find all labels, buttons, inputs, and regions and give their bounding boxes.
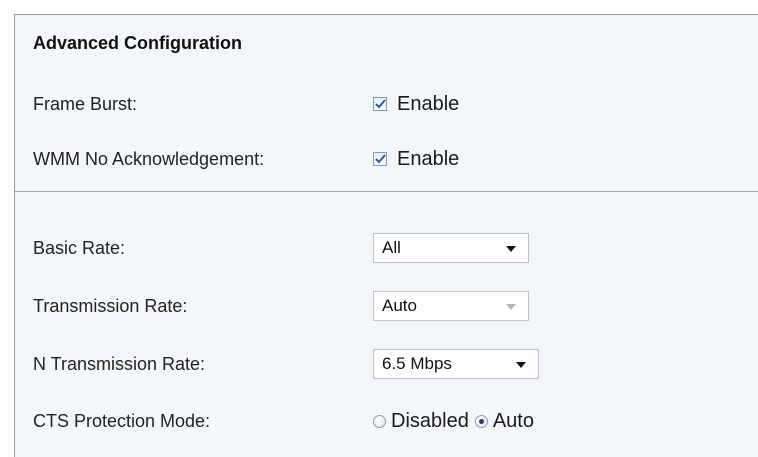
- chevron-down-icon: [506, 304, 516, 310]
- cts-protection-label: CTS Protection Mode:: [33, 410, 211, 431]
- chevron-down-icon: [516, 362, 526, 368]
- frame-burst-label: Frame Burst:: [33, 93, 138, 114]
- frame-burst-control: Enable: [373, 93, 459, 116]
- basic-rate-value: All: [382, 238, 401, 257]
- frame-burst-checkbox[interactable]: [373, 97, 387, 111]
- transmission-rate-value: Auto: [382, 296, 417, 315]
- n-transmission-rate-select[interactable]: 6.5 Mbps: [373, 349, 539, 379]
- basic-rate-label: Basic Rate:: [33, 237, 126, 258]
- wmm-no-ack-row: WMM No Acknowledgement: Enable: [33, 144, 459, 174]
- transmission-rate-row: Transmission Rate: Auto: [33, 291, 529, 321]
- section-divider: [15, 191, 758, 192]
- cts-auto-radio[interactable]: [474, 414, 488, 428]
- cts-protection-control: Disabled Auto: [373, 410, 540, 433]
- n-transmission-rate-value: 6.5 Mbps: [382, 354, 452, 373]
- basic-rate-row: Basic Rate: All: [33, 233, 529, 263]
- radio-selected-dot: [478, 418, 484, 424]
- frame-burst-row: Frame Burst: Enable: [33, 89, 459, 119]
- section-title: Advanced Configuration: [33, 33, 243, 53]
- wmm-no-ack-enable-label: Enable: [397, 147, 460, 170]
- frame-burst-enable-label: Enable: [397, 92, 460, 115]
- cts-disabled-radio[interactable]: [373, 414, 386, 428]
- basic-rate-select[interactable]: All: [373, 233, 529, 263]
- cts-disabled-label: Disabled: [391, 409, 469, 432]
- checkmark-icon: [374, 154, 386, 164]
- checkmark-icon: [374, 99, 386, 109]
- cts-protection-row: CTS Protection Mode: Disabled Auto: [33, 406, 540, 436]
- transmission-rate-label: Transmission Rate:: [33, 295, 188, 316]
- wmm-no-ack-checkbox[interactable]: [373, 152, 387, 166]
- n-transmission-rate-label: N Transmission Rate:: [33, 353, 206, 374]
- advanced-configuration-panel: Advanced Configuration Frame Burst: Enab…: [14, 14, 758, 457]
- n-transmission-rate-row: N Transmission Rate: 6.5 Mbps: [33, 349, 539, 379]
- wmm-no-ack-label: WMM No Acknowledgement:: [33, 148, 265, 169]
- chevron-down-icon: [506, 246, 516, 252]
- cts-auto-label: Auto: [492, 409, 534, 432]
- transmission-rate-select[interactable]: Auto: [373, 291, 529, 321]
- wmm-no-ack-control: Enable: [373, 148, 459, 171]
